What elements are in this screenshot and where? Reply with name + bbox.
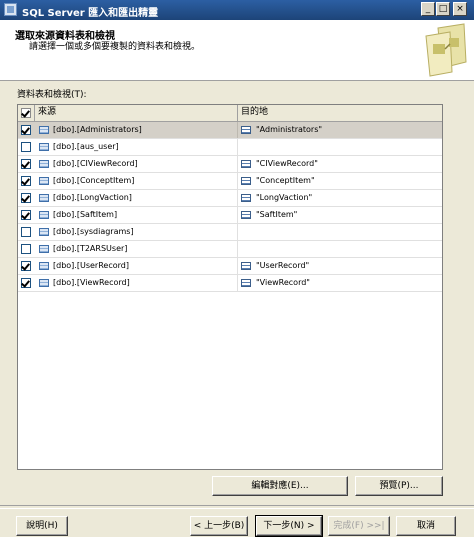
source-cell[interactable]: [dbo].[Administrators] (35, 122, 238, 138)
source-cell[interactable]: [dbo].[CIViewRecord] (35, 156, 238, 172)
source-cell[interactable]: [dbo].[ConceptItem] (35, 173, 238, 189)
source-table-name: [dbo].[UserRecord] (53, 261, 129, 270)
select-all-checkbox[interactable] (21, 108, 31, 118)
row-checkbox[interactable] (21, 193, 31, 203)
source-table-name: [dbo].[LongVaction] (53, 193, 132, 202)
table-row[interactable]: [dbo].[aus_user] (18, 139, 442, 156)
source-table-name: [dbo].[sysdiagrams] (53, 227, 134, 236)
destination-cell[interactable]: "ViewRecord" (238, 275, 442, 291)
table-icon (39, 194, 49, 202)
destination-cell[interactable]: "ConceptItem" (238, 173, 442, 189)
table-icon (39, 262, 49, 270)
destination-table-name: "UserRecord" (256, 261, 310, 270)
source-cell[interactable]: [dbo].[ViewRecord] (35, 275, 238, 291)
table-row[interactable]: [dbo].[UserRecord] "UserRecord" (18, 258, 442, 275)
new-table-icon (241, 194, 251, 202)
table-row[interactable]: [dbo].[sysdiagrams] (18, 224, 442, 241)
destination-cell[interactable] (238, 224, 442, 240)
table-row[interactable]: [dbo].[ConceptItem] "ConceptItem" (18, 173, 442, 190)
destination-column-header[interactable]: 目的地 (238, 105, 442, 121)
new-table-icon (241, 177, 251, 185)
table-row[interactable]: [dbo].[Administrators] "Administrators" (18, 122, 442, 139)
table-row[interactable]: [dbo].[ViewRecord] "ViewRecord" (18, 275, 442, 292)
destination-table-name: "ViewRecord" (256, 278, 310, 287)
table-icon (39, 228, 49, 236)
new-table-icon (241, 279, 251, 287)
source-table-name: [dbo].[SaftItem] (53, 210, 118, 219)
table-row[interactable]: [dbo].[LongVaction] "LongVaction" (18, 190, 442, 207)
row-checkbox[interactable] (21, 142, 31, 152)
next-button[interactable]: 下一步(N) > (255, 515, 323, 537)
title-bar[interactable]: SQL Server 匯入和匯出精靈 _ □ × (0, 0, 474, 20)
minimize-button[interactable]: _ (421, 2, 435, 16)
destination-table-name: "LongVaction" (256, 193, 313, 202)
destination-cell[interactable] (238, 241, 442, 257)
close-button[interactable]: × (453, 2, 467, 16)
table-icon (39, 279, 49, 287)
destination-table-name: "ConceptItem" (256, 176, 315, 185)
new-table-icon (241, 262, 251, 270)
row-checkbox[interactable] (21, 210, 31, 220)
row-checkbox[interactable] (21, 159, 31, 169)
destination-cell[interactable]: "UserRecord" (238, 258, 442, 274)
source-cell[interactable]: [dbo].[LongVaction] (35, 190, 238, 206)
row-checkbox[interactable] (21, 278, 31, 288)
window-title: SQL Server 匯入和匯出精靈 (22, 8, 159, 19)
table-icon (39, 126, 49, 134)
import-export-wizard-window: SQL Server 匯入和匯出精靈 _ □ × 選取來源資料表和檢視 請選擇一… (0, 0, 474, 537)
source-column-header[interactable]: 來源 (35, 105, 238, 121)
footer-divider (0, 505, 474, 509)
maximize-button[interactable]: □ (436, 2, 450, 16)
tables-views-grid: 來源 目的地 [dbo].[Administrators] "Administra… (17, 104, 443, 470)
cancel-button[interactable]: 取消 (396, 516, 456, 536)
source-cell[interactable]: [dbo].[SaftItem] (35, 207, 238, 223)
table-row[interactable]: [dbo].[T2ARSUser] (18, 241, 442, 258)
source-table-name: [dbo].[ViewRecord] (53, 278, 130, 287)
preview-button[interactable]: 預覽(P)... (355, 476, 443, 496)
tables-views-label: 資料表和檢視(T): (17, 90, 87, 100)
wizard-header: 選取來源資料表和檢視 請選擇一個或多個要複製的資料表和檢視。 (0, 20, 474, 81)
destination-cell[interactable]: "CIViewRecord" (238, 156, 442, 172)
source-table-name: [dbo].[aus_user] (53, 142, 119, 151)
grid-header: 來源 目的地 (18, 105, 442, 122)
destination-table-name: "CIViewRecord" (256, 159, 318, 168)
page-subtitle: 請選擇一個或多個要複製的資料表和檢視。 (29, 42, 201, 52)
source-table-name: [dbo].[Administrators] (53, 125, 142, 134)
wizard-banner-icon (425, 23, 467, 77)
source-cell[interactable]: [dbo].[aus_user] (35, 139, 238, 155)
app-icon (4, 3, 17, 16)
table-icon (39, 177, 49, 185)
table-icon (39, 160, 49, 168)
row-checkbox[interactable] (21, 176, 31, 186)
destination-cell[interactable]: "SaftItem" (238, 207, 442, 223)
help-button[interactable]: 說明(H) (16, 516, 68, 536)
table-icon (39, 211, 49, 219)
source-table-name: [dbo].[CIViewRecord] (53, 159, 138, 168)
row-checkbox[interactable] (21, 261, 31, 271)
destination-cell[interactable]: "Administrators" (238, 122, 442, 138)
destination-table-name: "Administrators" (256, 125, 323, 134)
select-all-header[interactable] (18, 105, 35, 121)
destination-cell[interactable]: "LongVaction" (238, 190, 442, 206)
new-table-icon (241, 126, 251, 134)
row-checkbox[interactable] (21, 227, 31, 237)
table-row[interactable]: [dbo].[SaftItem] "SaftItem" (18, 207, 442, 224)
source-cell[interactable]: [dbo].[UserRecord] (35, 258, 238, 274)
table-icon (39, 143, 49, 151)
new-table-icon (241, 211, 251, 219)
row-checkbox[interactable] (21, 244, 31, 254)
edit-mappings-button[interactable]: 編輯對應(E)... (212, 476, 348, 496)
source-table-name: [dbo].[ConceptItem] (53, 176, 135, 185)
new-table-icon (241, 160, 251, 168)
destination-cell[interactable] (238, 139, 442, 155)
source-cell[interactable]: [dbo].[sysdiagrams] (35, 224, 238, 240)
source-cell[interactable]: [dbo].[T2ARSUser] (35, 241, 238, 257)
source-table-name: [dbo].[T2ARSUser] (53, 244, 128, 253)
back-button[interactable]: < 上一步(B) (190, 516, 248, 536)
finish-button[interactable]: 完成(F) >>| (328, 516, 390, 536)
table-icon (39, 245, 49, 253)
row-checkbox[interactable] (21, 125, 31, 135)
destination-table-name: "SaftItem" (256, 210, 298, 219)
table-row[interactable]: [dbo].[CIViewRecord] "CIViewRecord" (18, 156, 442, 173)
